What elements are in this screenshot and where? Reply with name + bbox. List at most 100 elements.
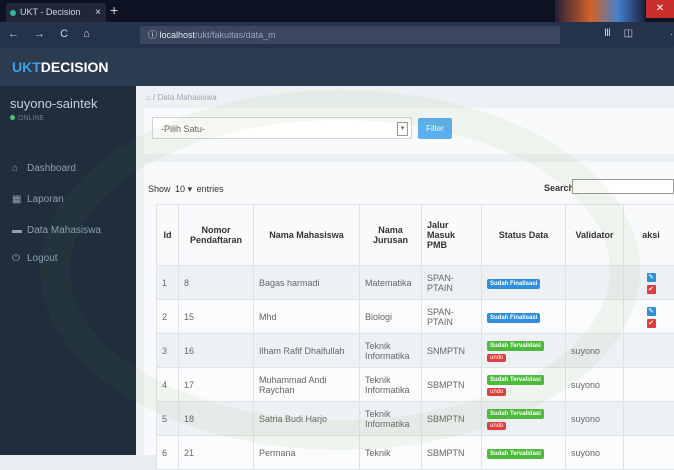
cell-validator: suyono (566, 436, 624, 470)
browser-nav-bar: ← → C ⌂ ⓘ localhost/ukt/fakultas/data_m … (0, 22, 674, 48)
cell-nomor: 18 (179, 402, 254, 436)
status-badge: Sudah Tervalidasi (487, 341, 544, 351)
cell-id: 6 (157, 436, 179, 470)
url-bar[interactable]: ⓘ localhost/ukt/fakultas/data_m ··· ♡ ★ (140, 26, 560, 44)
sidebar-item-laporan[interactable]: ▦Laporan (12, 194, 64, 205)
search-input[interactable] (572, 179, 674, 194)
chevron-down-icon: ▾ (397, 122, 408, 136)
validate-check-icon[interactable]: ✔ (647, 319, 656, 328)
new-tab-button[interactable]: + (110, 2, 118, 18)
cell-aksi: ✎✔ (624, 266, 674, 300)
cell-nomor: 21 (179, 436, 254, 470)
cell-nama: Satria Budi Harjo (254, 402, 360, 436)
cell-nama: Muhammad Andi Raychan (254, 368, 360, 402)
cell-jalur: SBMPTN (422, 436, 482, 470)
chevron-down-icon: ▾ (188, 184, 193, 194)
table-row: 518Satria Budi HarjoTeknik InformatikaSB… (157, 402, 674, 436)
validate-check-icon[interactable]: ✔ (647, 285, 656, 294)
main-content: ⌂ / Data Mahasiswa -Pilih Satu-▾ Filter … (136, 86, 674, 455)
cell-aksi (624, 334, 674, 368)
cell-jurusan: Teknik Informatika (360, 334, 422, 368)
undo-button[interactable]: undo (487, 388, 506, 396)
sidebar-item-logout[interactable]: ⏻Logout (12, 253, 58, 264)
filter-button[interactable]: Filter (418, 118, 452, 139)
sidebar-item-data-mahasiswa[interactable]: ▬Data Mahasiswa (12, 225, 101, 236)
brand-logo[interactable]: UKTDECISION (12, 59, 108, 75)
tab-favicon-icon (10, 10, 16, 16)
info-icon: ⓘ (148, 30, 160, 40)
mahasiswa-table: Id Nomor Pendaftaran Nama Mahasiswa Nama… (156, 204, 674, 470)
cell-jalur: SPAN-PTAIN (422, 300, 482, 334)
fakultas-select[interactable]: -Pilih Satu-▾ (152, 117, 412, 139)
edit-icon[interactable]: ✎ (647, 307, 656, 316)
status-badge: Sudah Finalisasi (487, 313, 540, 323)
table-row: 18Bagas harmadiMatematikaSPAN-PTAINSudah… (157, 266, 674, 300)
cell-jurusan: Biologi (360, 300, 422, 334)
window-close-button[interactable]: ✕ (646, 0, 674, 18)
cell-status: Sudah Tervalidasiundo (482, 368, 566, 402)
header-jurusan[interactable]: Nama Jurusan (360, 205, 422, 266)
entries-select[interactable]: 10 ▾ (173, 184, 194, 195)
cell-status: Sudah Tervalidasi (482, 436, 566, 470)
folder-icon: ▬ (12, 225, 23, 236)
browser-tab[interactable]: UKT - Decision × (6, 3, 106, 22)
filter-panel: -Pilih Satu-▾ Filter (144, 108, 674, 154)
power-icon: ⏻ (12, 253, 23, 264)
library-sidebar-icons[interactable]: Ⅲ ◫ (604, 28, 638, 39)
window-theme-art (555, 0, 645, 22)
dashboard-icon: ⌂ (12, 163, 23, 174)
undo-button[interactable]: undo (487, 354, 506, 362)
cell-status: Sudah Tervalidasi undo (482, 402, 566, 436)
url-host: localhost (160, 30, 196, 40)
cell-nama: Ilham Rafif Dhaifullah (254, 334, 360, 368)
cell-aksi: ✎✔ (624, 300, 674, 334)
user-name: suyono-saintek (10, 96, 97, 111)
cell-nomor: 8 (179, 266, 254, 300)
table-row: 215MhdBiologiSPAN-PTAINSudah Finalisasi✎… (157, 300, 674, 334)
tab-close-icon[interactable]: × (95, 3, 101, 22)
cell-id: 4 (157, 368, 179, 402)
cell-jalur: SNMPTN (422, 334, 482, 368)
cell-validator (566, 266, 624, 300)
header-nomor[interactable]: Nomor Pendaftaran (179, 205, 254, 266)
cell-jalur: SPAN-PTAIN (422, 266, 482, 300)
table-row: 621PermanaTeknikSBMPTNSudah Tervalidasis… (157, 436, 674, 470)
edit-icon[interactable]: ✎ (647, 273, 656, 282)
cell-jurusan: Teknik (360, 436, 422, 470)
cell-nomor: 15 (179, 300, 254, 334)
header-status[interactable]: Status Data (482, 205, 566, 266)
chart-icon: ▦ (12, 194, 23, 205)
cell-nama: Permana (254, 436, 360, 470)
cell-nomor: 17 (179, 368, 254, 402)
url-path: /ukt/fakultas/data_m (195, 30, 276, 40)
header-aksi: aksi (624, 205, 674, 266)
sidebar-item-dashboard[interactable]: ⌂Dashboard (12, 163, 76, 174)
cell-id: 5 (157, 402, 179, 436)
user-status: ONLINE (10, 115, 44, 122)
status-badge: Sudah Tervalidasi (487, 409, 544, 419)
cell-validator: suyono (566, 402, 624, 436)
home-icon[interactable]: ⌂ (146, 93, 151, 102)
browser-tab-bar: UKT - Decision × + ✕ (0, 0, 674, 22)
cell-nomor: 16 (179, 334, 254, 368)
table-panel: Show 10 ▾ entries Search: Id Nomor Penda… (144, 162, 674, 455)
cell-aksi (624, 402, 674, 436)
nav-buttons[interactable]: ← → C ⌂ (8, 28, 96, 40)
table-body: 18Bagas harmadiMatematikaSPAN-PTAINSudah… (157, 266, 674, 470)
header-jalur[interactable]: Jalur Masuk PMB (422, 205, 482, 266)
cell-jurusan: Teknik Informatika (360, 368, 422, 402)
sidebar: suyono-saintek ONLINE ⌂Dashboard ▦Lapora… (0, 86, 136, 455)
cell-jurusan: Matematika (360, 266, 422, 300)
cell-jalur: SBMPTN (422, 402, 482, 436)
cell-status: Sudah Finalisasi (482, 266, 566, 300)
undo-button[interactable]: undo (487, 422, 506, 430)
header-nama[interactable]: Nama Mahasiswa (254, 205, 360, 266)
table-row: 316Ilham Rafif DhaifullahTeknik Informat… (157, 334, 674, 368)
header-validator[interactable]: Validator (566, 205, 624, 266)
status-badge: Sudah Finalisasi (487, 279, 540, 289)
table-header-row: Id Nomor Pendaftaran Nama Mahasiswa Nama… (157, 205, 674, 266)
cell-id: 2 (157, 300, 179, 334)
header-id[interactable]: Id (157, 205, 179, 266)
cell-aksi (624, 436, 674, 470)
entries-length: Show 10 ▾ entries (148, 184, 224, 195)
